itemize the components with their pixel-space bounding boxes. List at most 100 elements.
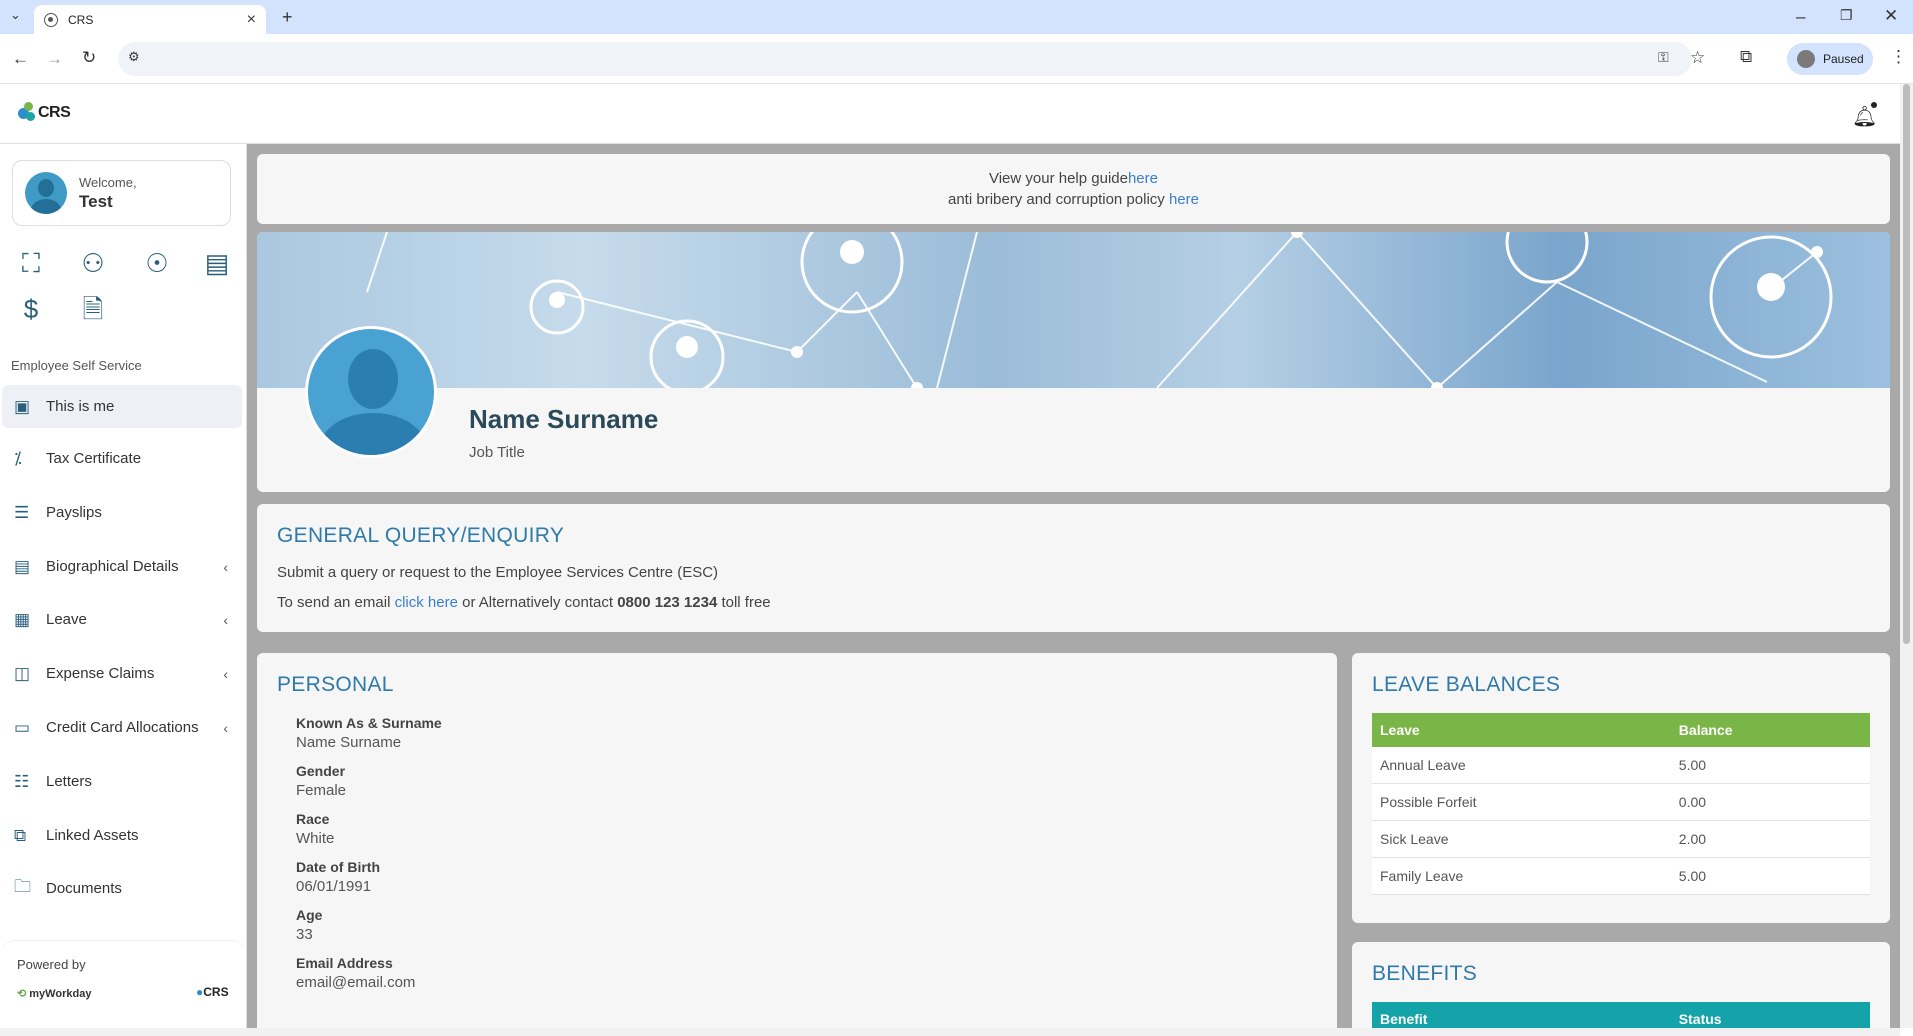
app: CRS 🔔︎ Welcome, Test ⛶ ⚇ ☉ ▤ $ 🗎︎ Employ… <box>0 84 1913 1036</box>
powered-by-label: Powered by <box>17 957 86 972</box>
field-age: Age 33 <box>296 907 323 943</box>
browser-menu-icon[interactable]: ⋮ <box>1890 48 1907 65</box>
horizontal-scrollbar[interactable] <box>0 1028 1900 1036</box>
org-chart-icon[interactable]: ⛶ <box>14 246 48 280</box>
myworkday-logo: ⟲ myWorkday <box>17 988 92 1000</box>
team-icon[interactable]: ⚇ <box>76 246 110 280</box>
field-race: Race White <box>296 811 335 847</box>
user-name: Test <box>79 191 113 211</box>
benefits-table: Benefit Status <box>1372 1002 1870 1028</box>
browser-tab[interactable]: CRS × <box>34 5 266 34</box>
column-header: Balance <box>1678 722 1733 738</box>
help-guide-link[interactable]: here <box>1128 170 1158 187</box>
back-icon[interactable]: ← <box>12 50 29 67</box>
sidebar-item-label: Expense Claims <box>46 665 155 682</box>
profile-banner <box>257 232 1890 388</box>
payslip-icon: ☰ <box>14 502 30 522</box>
profile-name: Name Surname <box>469 404 659 434</box>
profile-button[interactable]: Paused <box>1787 43 1873 75</box>
profile-job-title: Job Title <box>469 444 525 461</box>
table-header-row: Benefit Status <box>1372 1002 1870 1028</box>
browser-tab-bar: ⌄ CRS × + – ❐ ✕ <box>0 0 1913 34</box>
sidebar-item-leave[interactable]: ▦ Leave ‹ <box>2 598 242 641</box>
benefits-card: BENEFITS Benefit Status <box>1352 942 1890 1028</box>
sidebar-item-expense-claims[interactable]: ◫ Expense Claims ‹ <box>2 652 242 695</box>
help-card: View your help guidehere anti bribery an… <box>257 154 1890 224</box>
user-square-icon: ▣ <box>14 396 31 416</box>
folder-icon: 🗀︎ <box>14 877 31 896</box>
sidebar-item-credit-card-allocations[interactable]: ▭ Credit Card Allocations ‹ <box>2 706 242 749</box>
logo-mark-icon <box>18 102 36 122</box>
enquiry-contact-line: To send an email click here or Alternati… <box>277 594 771 611</box>
sidebar-item-label: This is me <box>46 398 115 415</box>
calendar-icon: ▦ <box>14 609 31 629</box>
sidebar: Welcome, Test ⛶ ⚇ ☉ ▤ $ 🗎︎ Employee Self… <box>0 144 247 1028</box>
table-row: Annual Leave 5.00 <box>1372 747 1870 784</box>
vertical-scrollbar[interactable] <box>1900 84 1913 1028</box>
help-line-2: anti bribery and corruption policy here <box>948 191 1199 208</box>
network-graphic <box>366 232 1833 388</box>
sidebar-item-this-is-me[interactable]: ▣ This is me <box>2 385 242 428</box>
restore-icon[interactable]: ❐ <box>1840 8 1853 22</box>
table-row: Sick Leave 2.00 <box>1372 820 1870 858</box>
close-window-icon[interactable]: ✕ <box>1884 7 1898 24</box>
table-header-row: Leave Balance <box>1372 713 1870 747</box>
logo-text: CRS <box>38 104 71 121</box>
policy-link[interactable]: here <box>1169 191 1199 208</box>
help-line-1: View your help guidehere <box>988 170 1158 187</box>
tab-list-icon[interactable]: ⌄ <box>10 8 21 21</box>
chevron-left-icon: ‹ <box>223 719 228 736</box>
section-label: Employee Self Service <box>11 358 142 373</box>
password-key-icon[interactable]: ⚿ <box>1658 50 1669 64</box>
enquiry-card: GENERAL QUERY/ENQUIRY Submit a query or … <box>257 504 1890 632</box>
welcome-label: Welcome, <box>79 174 137 190</box>
chevron-left-icon: ‹ <box>223 611 228 628</box>
notification-dot <box>1871 102 1877 108</box>
reload-icon[interactable]: ↻ <box>82 49 96 66</box>
sidebar-item-biographical-details[interactable]: ▤ Biographical Details ‹ <box>2 545 242 588</box>
sidebar-item-label: Biographical Details <box>46 558 179 575</box>
app-header: CRS 🔔︎ <box>0 84 1900 144</box>
email-click-here-link[interactable]: click here <box>395 594 458 611</box>
bookmark-star-icon[interactable]: ☆ <box>1690 49 1705 66</box>
field-gender: Gender Female <box>296 763 347 799</box>
crs-logo[interactable]: CRS <box>18 102 71 122</box>
enquiry-title: GENERAL QUERY/ENQUIRY <box>277 524 565 547</box>
enquiry-description: Submit a query or request to the Employe… <box>277 564 719 581</box>
sidebar-item-linked-assets[interactable]: ⧉ Linked Assets <box>2 814 242 857</box>
scrollbar-thumb[interactable] <box>1903 84 1910 644</box>
column-header: Leave <box>1380 722 1420 738</box>
close-tab-icon[interactable]: × <box>247 11 256 29</box>
sidebar-item-tax-certificate[interactable]: ⁒ Tax Certificate <box>2 437 242 480</box>
address-bar[interactable]: ⚙ ⚿ <box>118 42 1692 76</box>
minimize-icon[interactable]: – <box>1796 8 1805 25</box>
leave-balances-title: LEAVE BALANCES <box>1372 673 1561 696</box>
column-header: Benefit <box>1380 1011 1428 1027</box>
crs-small-logo: ●CRS <box>196 985 229 999</box>
head-gear-icon[interactable]: ☉ <box>140 246 174 280</box>
forward-icon[interactable]: → <box>46 50 63 67</box>
salary-hand-icon[interactable]: $ <box>14 292 48 326</box>
profile-avatar <box>1797 50 1815 68</box>
sidebar-item-label: Linked Assets <box>46 827 139 844</box>
chevron-left-icon: ‹ <box>223 558 228 575</box>
policy-document-icon[interactable]: 🗎︎ <box>76 292 110 326</box>
sidebar-item-payslips[interactable]: ☰ Payslips <box>2 491 242 534</box>
browser-toolbar: ← → ↻ ⚙ ⚿ ☆ ⧉ Paused ⋮ <box>0 34 1913 84</box>
sidebar-item-documents[interactable]: 🗀︎ Documents <box>2 867 242 910</box>
field-date-of-birth: Date of Birth 06/01/1991 <box>296 859 380 895</box>
chevron-left-icon: ‹ <box>223 665 228 682</box>
new-tab-icon[interactable]: + <box>282 8 293 26</box>
main-content: View your help guidehere anti bribery an… <box>247 144 1900 1028</box>
personal-fields: Known As & Surname Name Surname Gender Fem… <box>296 715 1317 991</box>
benefits-title: BENEFITS <box>1372 962 1478 985</box>
site-info-icon[interactable]: ⚙ <box>128 50 140 63</box>
link-asset-icon: ⧉ <box>14 825 27 845</box>
extensions-icon[interactable]: ⧉ <box>1740 48 1752 65</box>
leave-balances-table: Leave Balance Annual Leave 5.00 Possible … <box>1372 713 1870 895</box>
letter-icon: ☷ <box>14 771 30 791</box>
tax-icon: ⁒ <box>14 448 22 468</box>
sidebar-item-letters[interactable]: ☷ Letters <box>2 760 242 803</box>
clipboard-list-icon[interactable]: ▤ <box>200 246 234 280</box>
field-email: Email Address email@email.com <box>296 955 416 991</box>
